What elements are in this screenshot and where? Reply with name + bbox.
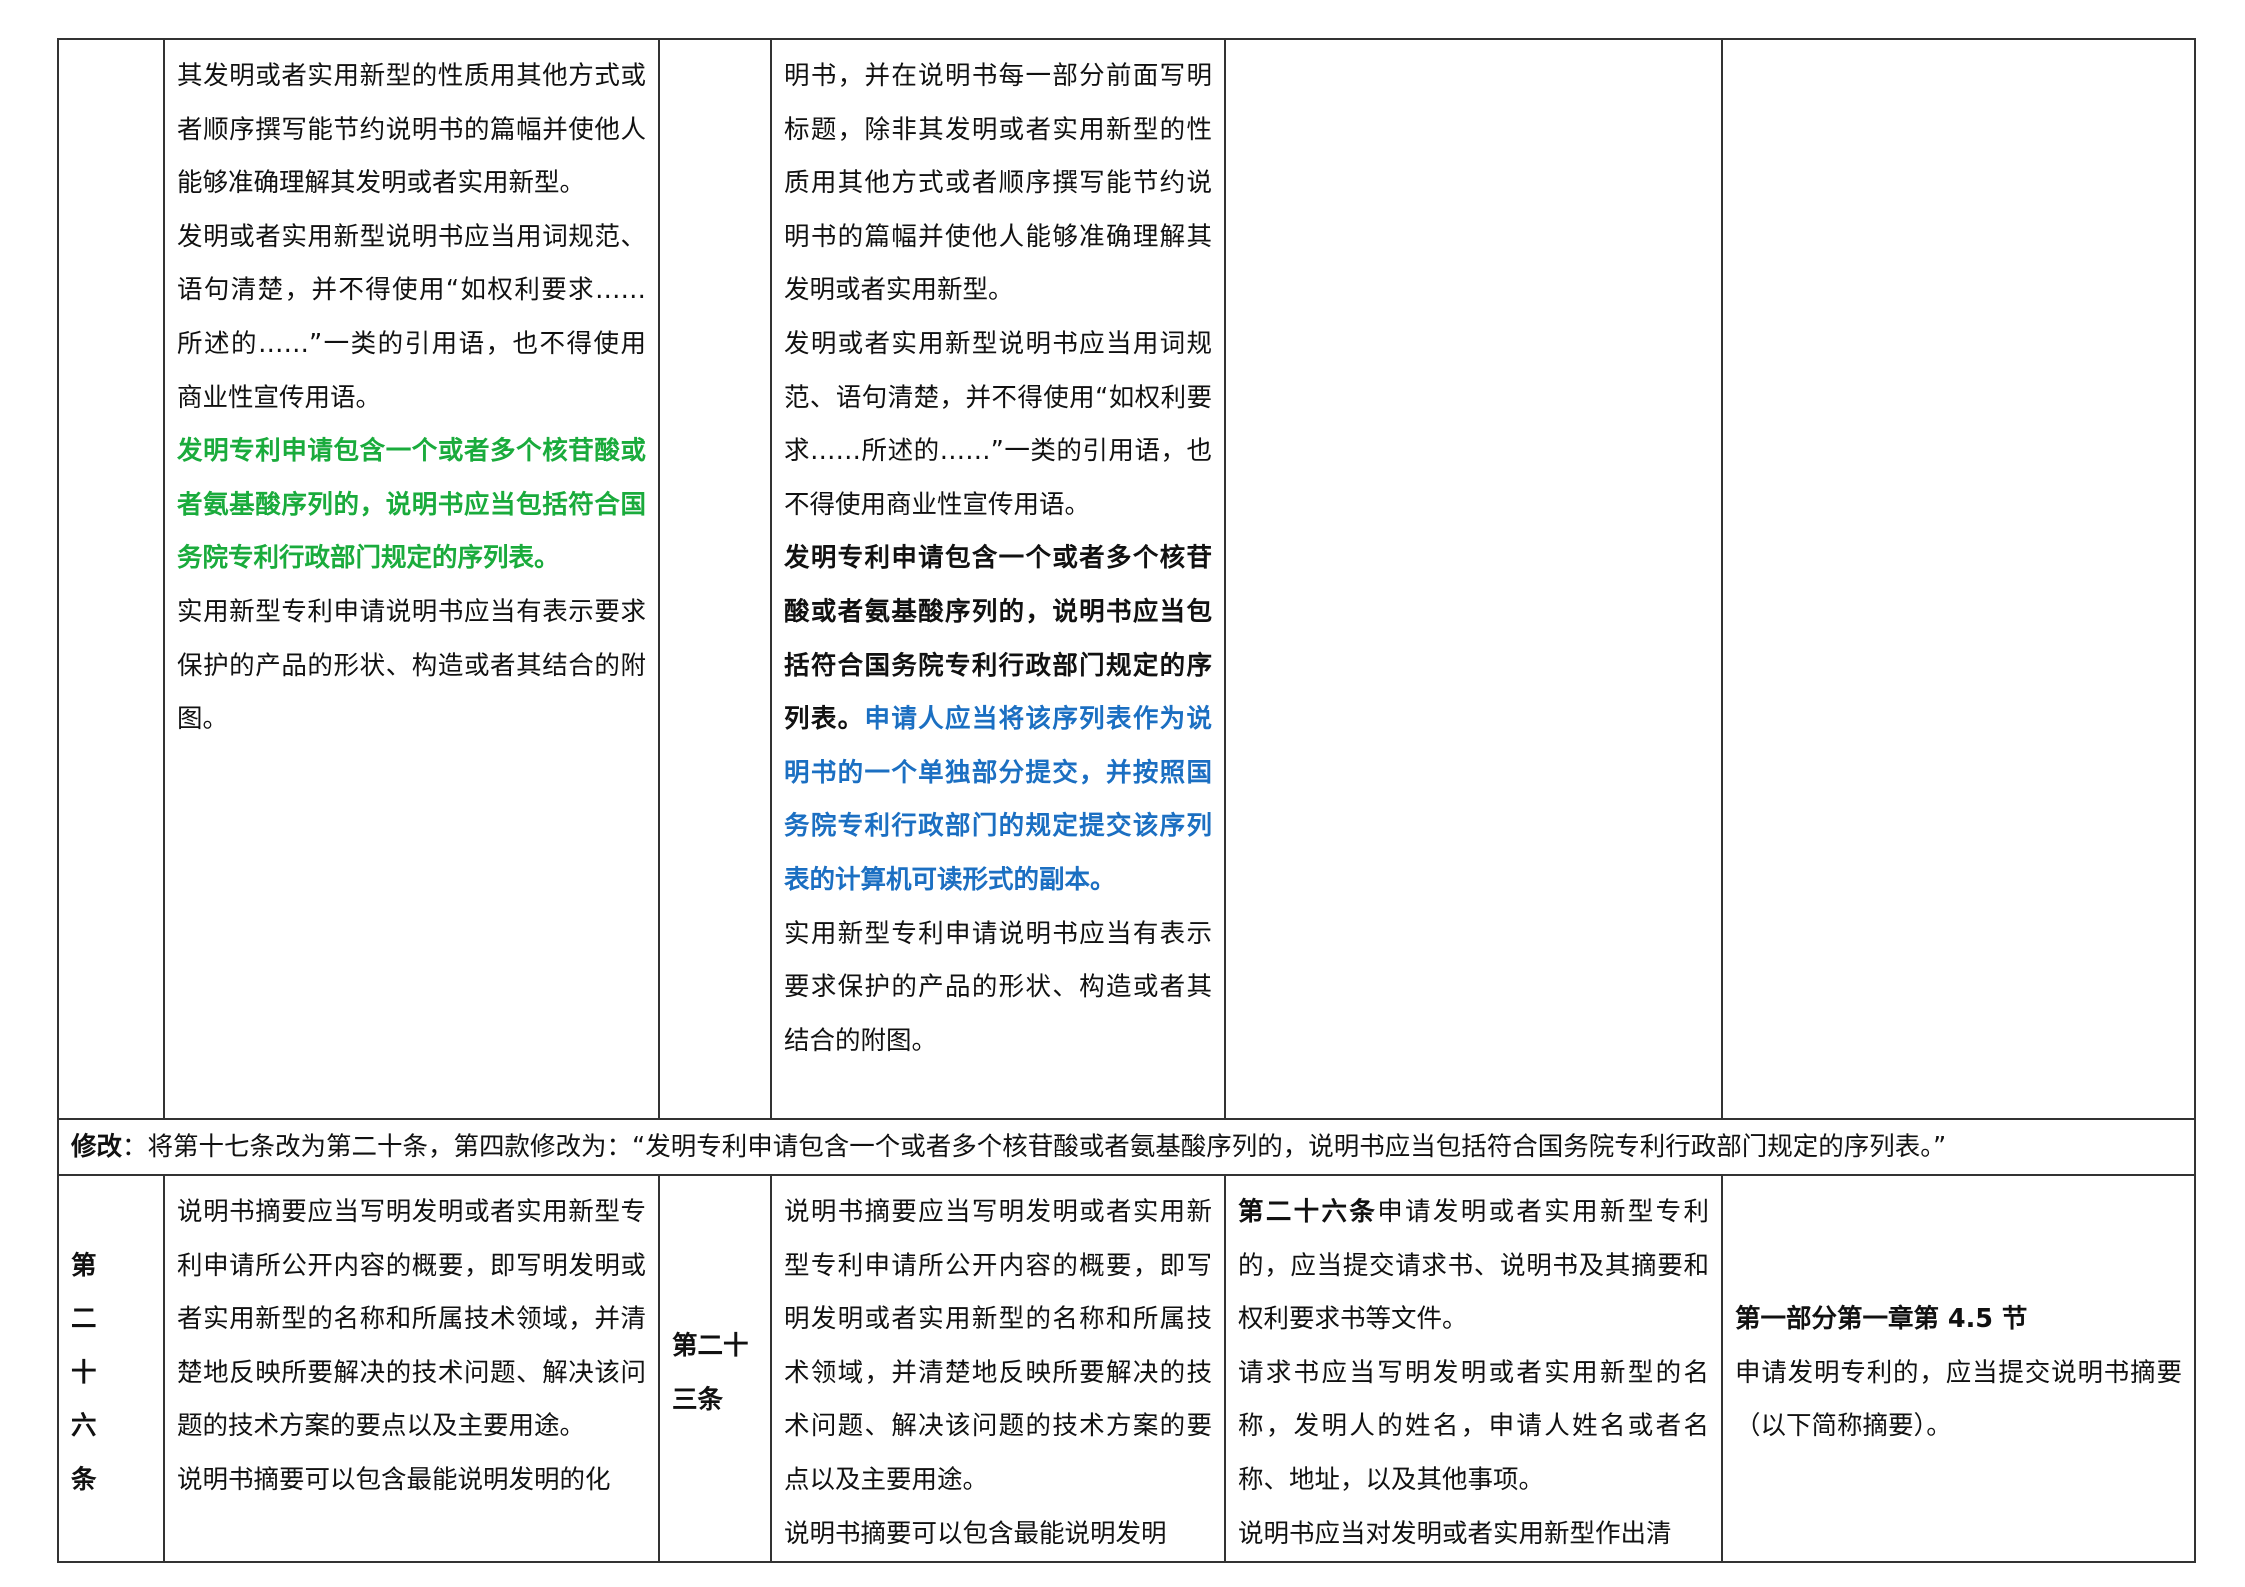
- paragraph: 实用新型专利申请说明书应当有表示要求保护的产品的形状、构造或者其结合的附图。: [784, 918, 1212, 1056]
- table-row: 第 二 十 六 条 说明书摘要应当写明发明或者实用新型专利申请所公开内容的概要，…: [57, 1173, 2196, 1564]
- paragraph: 实用新型专利申请说明书应当有表示要求保护的产品的形状、构造或者其结合的附图。: [177, 596, 646, 735]
- paragraph: 说明书摘要可以包含最能说明发明: [784, 1518, 1167, 1549]
- old-text-cell: 说明书摘要应当写明发明或者实用新型专利申请所公开内容的概要，即写明发明或者实用新…: [163, 1173, 660, 1564]
- rules-cell: [1224, 38, 1723, 1120]
- new-article-cell: [658, 38, 772, 1120]
- paragraph: 发明或者实用新型说明书应当用词规范、语句清楚，并不得使用“如权利要求……所述的……: [177, 221, 646, 413]
- modification-note: 修改：将第十七条改为第二十条，第四款修改为：“发明专利申请包含一个或者多个核苷酸…: [57, 1118, 2196, 1176]
- old-article-cell: 第 二 十 六 条: [57, 1173, 165, 1564]
- paragraph: 申请发明专利的，应当提交说明书摘要（以下简称摘要）。: [1735, 1357, 2182, 1442]
- guideline-section-title: 第一部分第一章第 4.5 节: [1735, 1304, 2028, 1335]
- table-row: 其发明或者实用新型的性质用其他方式或者顺序撰写能节约说明书的篇幅并使他人能够准确…: [57, 38, 2196, 1120]
- article-reference: 第二十六条: [1238, 1197, 1378, 1227]
- guideline-cell: 第一部分第一章第 4.5 节 申请发明专利的，应当提交说明书摘要（以下简称摘要）…: [1721, 1173, 2196, 1564]
- old-text-cell: 其发明或者实用新型的性质用其他方式或者顺序撰写能节约说明书的篇幅并使他人能够准确…: [163, 38, 660, 1120]
- article-line: 第二十: [672, 1330, 749, 1361]
- paragraph: 说明书摘要应当写明发明或者实用新型专利申请所公开内容的概要，即写明发明或者实用新…: [784, 1197, 1212, 1495]
- article-line: 条: [71, 1464, 97, 1495]
- rules-cell: 第二十六条申请发明或者实用新型专利的，应当提交请求书、说明书及其摘要和权利要求书…: [1224, 1173, 1723, 1564]
- new-text-cell: 说明书摘要应当写明发明或者实用新型专利申请所公开内容的概要，即写明发明或者实用新…: [770, 1173, 1226, 1564]
- modification-label: 修改: [71, 1132, 123, 1162]
- new-article-cell: 第二十 三条: [658, 1173, 772, 1564]
- paragraph: 说明书应当对发明或者实用新型作出清: [1238, 1518, 1672, 1549]
- paragraph: 发明或者实用新型说明书应当用词规范、语句清楚，并不得使用“如权利要求……所述的……: [784, 328, 1212, 520]
- comparison-table: 其发明或者实用新型的性质用其他方式或者顺序撰写能节约说明书的篇幅并使他人能够准确…: [57, 38, 2196, 1564]
- article-line: 十 六: [71, 1357, 123, 1442]
- modification-row: 修改：将第十七条改为第二十条，第四款修改为：“发明专利申请包含一个或者多个核苷酸…: [57, 1118, 2196, 1176]
- guideline-cell: [1721, 38, 2196, 1120]
- paragraph: 请求书应当写明发明或者实用新型的名称，发明人的姓名，申请人姓名或者名称、地址，以…: [1238, 1357, 1709, 1495]
- paragraph: 其发明或者实用新型的性质用其他方式或者顺序撰写能节约说明书的篇幅并使他人能够准确…: [177, 61, 646, 199]
- modification-text: ：将第十七条改为第二十条，第四款修改为：“发明专利申请包含一个或者多个核苷酸或者…: [122, 1132, 1947, 1162]
- old-article-number: 第 二 十 六 条: [71, 1240, 145, 1508]
- paragraph: 说明书摘要应当写明发明或者实用新型专利申请所公开内容的概要，即写明发明或者实用新…: [177, 1197, 646, 1442]
- article-line: 三条: [672, 1384, 724, 1415]
- article-line: 第 二: [71, 1250, 123, 1335]
- paragraph: 说明书摘要可以包含最能说明发明的化: [177, 1464, 611, 1495]
- paragraph: 明书，并在说明书每一部分前面写明标题，除非其发明或者实用新型的性质用其他方式或者…: [784, 61, 1212, 306]
- old-article-cell: [57, 38, 165, 1120]
- added-text-green: 发明专利申请包含一个或者多个核苷酸或者氨基酸序列的，说明书应当包括符合国务院专利…: [177, 436, 646, 574]
- new-text-cell: 明书，并在说明书每一部分前面写明标题，除非其发明或者实用新型的性质用其他方式或者…: [770, 38, 1226, 1120]
- new-article-number: 第二十 三条: [672, 1320, 758, 1427]
